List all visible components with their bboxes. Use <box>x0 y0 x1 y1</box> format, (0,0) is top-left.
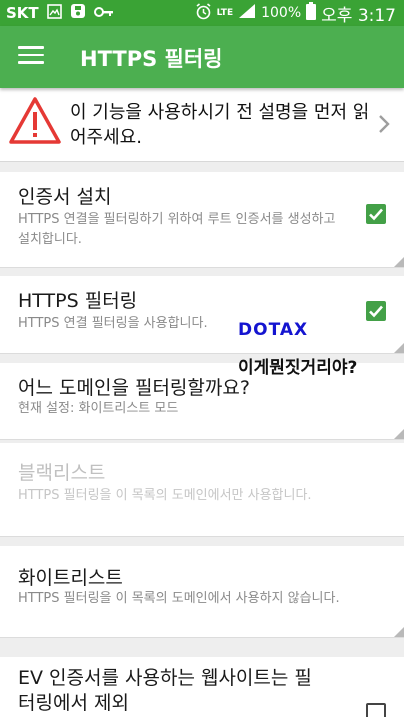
setting-title: 화이트리스트 <box>18 567 123 589</box>
image-icon <box>46 3 62 23</box>
signal-icon <box>238 3 256 23</box>
setting-whitelist[interactable]: 화이트리스트 HTTPS 필터링을 이 목록의 도메인에서 사용하지 않습니다. <box>0 546 404 638</box>
setting-install-certificate[interactable]: 인증서 설치 HTTPS 연결을 필터링하기 위하여 루트 인증서를 생성하고 … <box>0 172 404 268</box>
setting-exclude-ev-certificates[interactable]: EV 인증서를 사용하는 웹사이트는 필터링에서 제외 <box>0 657 404 717</box>
network-type-label: LTE <box>216 7 234 18</box>
settings-list[interactable]: 이 기능을 사용하시기 전 설명을 먼저 읽어주세요. 인증서 설치 HTTPS… <box>0 88 404 717</box>
warning-text: 이 기능을 사용하시기 전 설명을 먼저 읽어주세요. <box>70 102 370 148</box>
clock: 오후 3:17 <box>321 5 396 26</box>
setting-summary: HTTPS 필터링을 이 목록의 도메인에서 사용하지 않습니다. <box>18 591 340 606</box>
carrier-label: SKT <box>6 4 39 22</box>
setting-blacklist: 블랙리스트 HTTPS 필터링을 이 목록의 도메인에서만 사용합니다. <box>0 443 404 537</box>
setting-summary: HTTPS 필터링을 이 목록의 도메인에서만 사용합니다. <box>18 488 312 503</box>
setting-title: HTTPS 필터링 <box>18 290 138 312</box>
setting-summary: HTTPS 연결을 필터링하기 위하여 루트 인증서를 생성하고 설치합니다. <box>18 212 336 247</box>
overlay-annotation-title: DOTAX <box>238 320 309 340</box>
status-bar: SKT LTE 100% 오후 3:17 <box>0 0 404 26</box>
setting-title: 블랙리스트 <box>18 462 106 484</box>
alarm-icon <box>195 2 212 24</box>
setting-summary: 현재 설정: 화이트리스트 모드 <box>18 401 179 416</box>
overlay-annotation-comment: 이게뭔짓거리야? <box>238 358 358 378</box>
install-certificate-checkbox[interactable] <box>366 204 386 224</box>
page-title: HTTPS 필터링 <box>80 47 223 71</box>
exclude-ev-checkbox[interactable] <box>366 703 386 717</box>
hamburger-menu-icon[interactable] <box>18 46 44 68</box>
app-bar: HTTPS 필터링 <box>0 26 404 88</box>
warning-triangle-icon <box>8 96 62 146</box>
setting-https-filtering[interactable]: HTTPS 필터링 HTTPS 연결 필터링을 사용합니다. <box>0 276 404 354</box>
setting-title: EV 인증서를 사용하는 웹사이트는 필터링에서 제외 <box>18 667 312 714</box>
battery-icon <box>306 2 317 24</box>
chevron-right-icon <box>378 114 390 134</box>
warning-notice[interactable]: 이 기능을 사용하시기 전 설명을 먼저 읽어주세요. <box>0 88 404 162</box>
save-icon <box>70 3 86 23</box>
battery-percent: 100% <box>261 5 302 21</box>
setting-title: 인증서 설치 <box>18 186 112 208</box>
key-icon <box>93 4 114 22</box>
https-filtering-checkbox[interactable] <box>366 301 386 321</box>
setting-title: 어느 도메인을 필터링할까요? <box>18 377 250 399</box>
